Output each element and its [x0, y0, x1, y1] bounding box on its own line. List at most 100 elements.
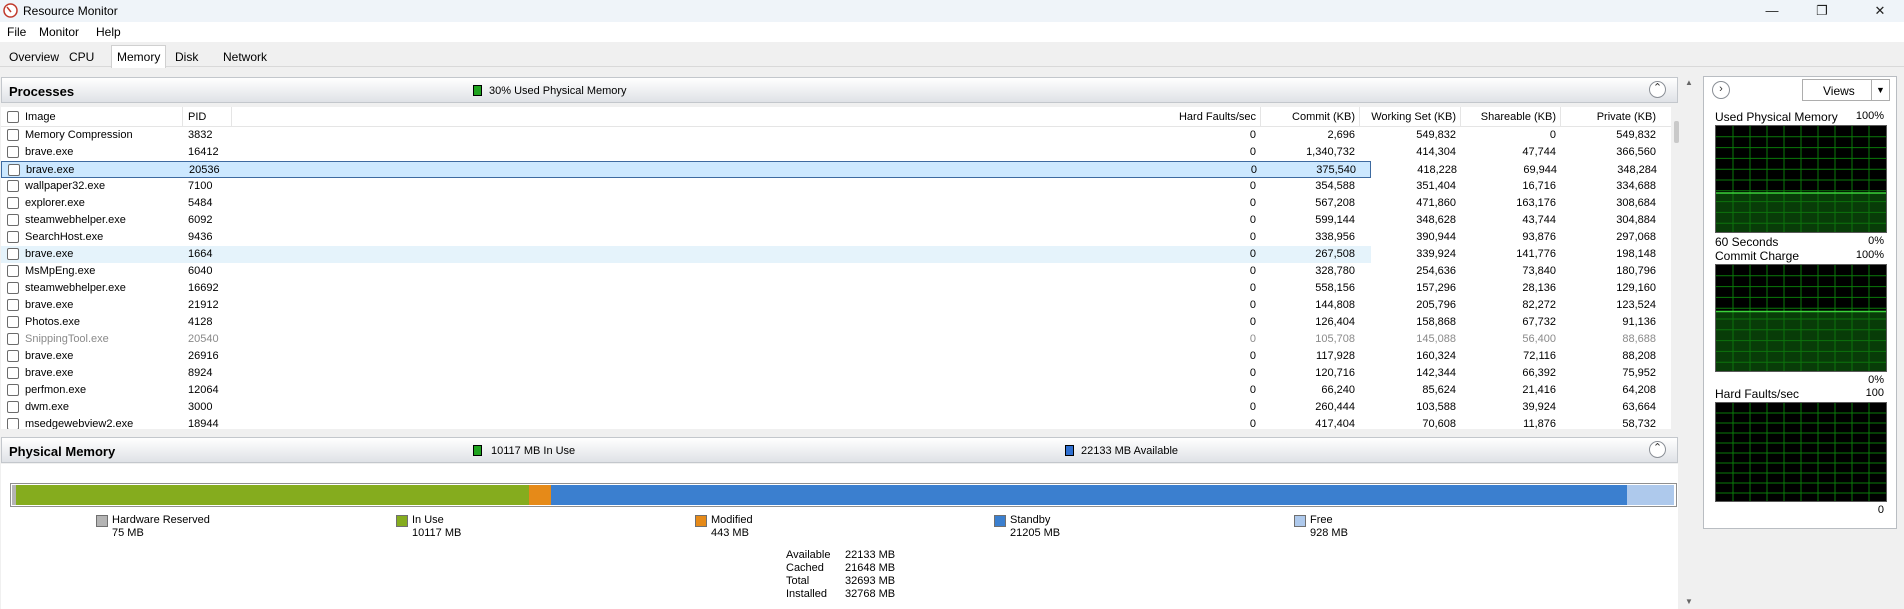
process-row[interactable]: MsMpEng.exe 6040 0 328,780 254,636 73,840 180,… — [1, 263, 1656, 280]
col-image[interactable]: Image — [25, 111, 56, 123]
process-checkbox[interactable] — [7, 418, 19, 429]
process-checkbox[interactable] — [7, 401, 19, 413]
memory-usage-bar — [10, 483, 1677, 507]
process-row[interactable]: steamwebhelper.exe 16692 0 558,156 157,296 28… — [1, 280, 1656, 297]
cell-pid: 12064 — [188, 384, 219, 396]
process-checkbox[interactable] — [7, 214, 19, 226]
processes-header[interactable]: Processes 30% Used Physical Memory ⌃ — [1, 77, 1678, 103]
col-shareable[interactable]: Shareable (KB) — [1463, 111, 1556, 123]
minimize-button[interactable]: — — [1750, 0, 1794, 22]
tab-network[interactable]: Network — [218, 47, 272, 67]
processes-collapse-button[interactable]: ⌃ — [1649, 81, 1666, 98]
process-scrollbar-thumb[interactable] — [1674, 121, 1679, 143]
process-row[interactable]: brave.exe 20536 0 375,540 418,228 69,944 348,2… — [1, 161, 1657, 178]
process-row[interactable]: brave.exe 21912 0 144,808 205,796 82,272 123,5… — [1, 297, 1656, 314]
graph-area — [1716, 192, 1886, 232]
graph-title: Used Physical Memory — [1715, 110, 1838, 124]
process-row[interactable]: brave.exe 16412 0 1,340,732 414,304 47,744 366… — [1, 144, 1656, 161]
cell-shareable: 43,744 — [1522, 214, 1556, 226]
cell-shareable: 82,272 — [1522, 299, 1556, 311]
process-checkbox[interactable] — [8, 164, 20, 176]
col-hard-faults[interactable]: Hard Faults/sec — [1141, 111, 1256, 123]
process-checkbox[interactable] — [7, 231, 19, 243]
col-separator — [1560, 107, 1561, 127]
process-checkbox[interactable] — [7, 265, 19, 277]
memory-segment-modified — [529, 485, 551, 505]
cell-working-set: 414,304 — [1416, 146, 1456, 158]
menu-help[interactable]: Help — [96, 25, 121, 39]
process-checkbox[interactable] — [7, 129, 19, 141]
graph-svg — [1716, 265, 1886, 371]
cell-pid: 1664 — [188, 248, 213, 260]
main-scrollbar[interactable]: ▲ ▼ — [1682, 76, 1696, 608]
cell-hard-faults: 0 — [1249, 282, 1256, 294]
process-row[interactable]: brave.exe 1664 0 267,508 339,924 141,776 198,1… — [1, 246, 1656, 263]
process-row[interactable]: perfmon.exe 12064 0 66,240 85,624 21,416 64,20… — [1, 382, 1656, 399]
process-checkbox[interactable] — [7, 180, 19, 192]
legend-label: Standby — [1010, 514, 1051, 526]
views-dropdown[interactable]: Views ▼ — [1802, 79, 1890, 101]
process-row[interactable]: brave.exe 8924 0 120,716 142,344 66,392 75,952 — [1, 365, 1656, 382]
memory-legend-item: Modified 443 MB — [695, 514, 895, 542]
in-use-legend-square — [473, 445, 482, 456]
memory-segment-standby — [551, 485, 1627, 505]
process-checkbox[interactable] — [7, 248, 19, 260]
process-row[interactable]: brave.exe 26916 0 117,928 160,324 72,116 88,20… — [1, 348, 1656, 365]
cell-hard-faults: 0 — [1249, 248, 1256, 260]
cell-hard-faults: 0 — [1249, 129, 1256, 141]
process-row[interactable]: wallpaper32.exe 7100 0 354,588 351,404 16,716… — [1, 178, 1656, 195]
process-checkbox[interactable] — [7, 367, 19, 379]
process-row[interactable]: explorer.exe 5484 0 567,208 471,860 163,176 30… — [1, 195, 1656, 212]
process-checkbox[interactable] — [7, 146, 19, 158]
memory-segment-free — [1627, 485, 1674, 505]
col-commit[interactable]: Commit (KB) — [1263, 111, 1355, 123]
col-pid[interactable]: PID — [188, 111, 206, 123]
cell-shareable: 141,776 — [1516, 248, 1556, 260]
process-scrollbar[interactable] — [1673, 107, 1681, 429]
cell-image: Memory Compression — [25, 129, 133, 141]
process-row[interactable]: msedgewebview2.exe 18944 0 417,404 70,608 11,… — [1, 416, 1656, 429]
memory-segment-in-use — [16, 485, 529, 505]
tab-memory[interactable]: Memory — [111, 45, 167, 68]
physical-memory-collapse-button[interactable]: ⌃ — [1649, 441, 1666, 458]
cell-working-set: 339,924 — [1416, 248, 1456, 260]
legend-color-square — [1294, 515, 1306, 527]
process-checkbox[interactable] — [7, 384, 19, 396]
process-row[interactable]: SnippingTool.exe 20540 0 105,708 145,088 56,4… — [1, 331, 1656, 348]
process-column-header-row: Image PID Hard Faults/sec Commit (KB) Wo… — [1, 107, 1671, 127]
cell-working-set: 103,588 — [1416, 401, 1456, 413]
physical-memory-header[interactable]: Physical Memory 10117 MB In Use 22133 MB… — [1, 437, 1678, 463]
menu-monitor[interactable]: Monitor — [39, 25, 79, 39]
tab-disk[interactable]: Disk — [170, 47, 203, 67]
restore-button[interactable]: ❐ — [1800, 0, 1844, 22]
stat-value: 21648 MB — [845, 562, 896, 574]
process-checkbox[interactable] — [7, 282, 19, 294]
col-working-set[interactable]: Working Set (KB) — [1363, 111, 1456, 123]
col-separator — [1359, 107, 1360, 127]
graph-pane-toggle-button[interactable]: › — [1712, 81, 1730, 99]
process-row[interactable]: steamwebhelper.exe 6092 0 599,144 348,628 43,… — [1, 212, 1656, 229]
scroll-down-icon[interactable]: ▼ — [1685, 597, 1693, 606]
tab-cpu[interactable]: CPU — [64, 47, 99, 67]
cell-pid: 16412 — [188, 146, 219, 158]
process-checkbox[interactable] — [7, 316, 19, 328]
close-button[interactable]: ✕ — [1858, 0, 1902, 22]
cell-hard-faults: 0 — [1249, 350, 1256, 362]
process-checkbox[interactable] — [7, 197, 19, 209]
process-row[interactable]: SearchHost.exe 9436 0 338,956 390,944 93,876 2… — [1, 229, 1656, 246]
menu-file[interactable]: File — [7, 25, 26, 39]
cell-commit: 260,444 — [1315, 401, 1355, 413]
scroll-up-icon[interactable]: ▲ — [1685, 78, 1693, 87]
select-all-checkbox[interactable] — [7, 111, 19, 123]
process-checkbox[interactable] — [7, 350, 19, 362]
tab-overview[interactable]: Overview — [4, 47, 64, 67]
process-checkbox[interactable] — [7, 299, 19, 311]
process-row[interactable]: Photos.exe 4128 0 126,404 158,868 67,732 91,13… — [1, 314, 1656, 331]
col-private[interactable]: Private (KB) — [1563, 111, 1656, 123]
process-checkbox[interactable] — [7, 333, 19, 345]
process-row[interactable]: dwm.exe 3000 0 260,444 103,588 39,924 63,664 — [1, 399, 1656, 416]
cell-private: 549,832 — [1616, 129, 1656, 141]
cell-working-set: 142,344 — [1416, 367, 1456, 379]
stat-value: 22133 MB — [845, 549, 896, 561]
process-row[interactable]: Memory Compression 3832 0 2,696 549,832 0 549,… — [1, 127, 1656, 144]
